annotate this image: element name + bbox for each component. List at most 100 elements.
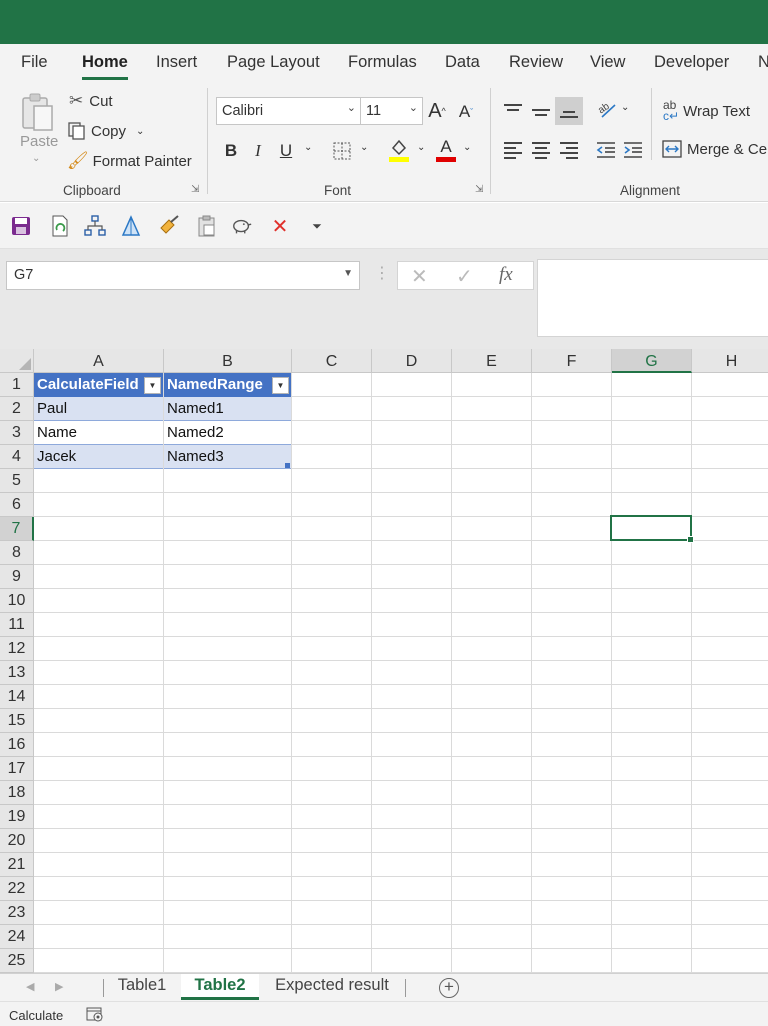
format-painter-button[interactable]: 🖌 Format Painter: [67, 151, 192, 171]
row-header-11[interactable]: 11: [0, 613, 34, 637]
macro-record-icon[interactable]: [86, 1007, 104, 1022]
active-cell[interactable]: [610, 515, 694, 543]
row-header-21[interactable]: 21: [0, 853, 34, 877]
row-header-17[interactable]: 17: [0, 757, 34, 781]
table-cell[interactable]: Paul: [34, 397, 163, 421]
table-cell[interactable]: Named1: [164, 397, 291, 421]
row-header-2[interactable]: 2: [0, 397, 34, 421]
tab-formulas[interactable]: Formulas: [348, 53, 417, 72]
row-header-23[interactable]: 23: [0, 901, 34, 925]
row-header-18[interactable]: 18: [0, 781, 34, 805]
row-header-12[interactable]: 12: [0, 637, 34, 661]
tab-review[interactable]: Review: [509, 53, 563, 72]
worksheet-grid[interactable]: A B C D E F G H 1 2 3 4 5 6 7 8 9 10 11 12 13 14 15 16 17 18 19 20 2…: [0, 349, 768, 973]
orientation-dropdown-icon[interactable]: ⌄: [621, 102, 629, 113]
name-box[interactable]: G7 ▼: [6, 261, 360, 290]
merge-center-button[interactable]: Merge & Ce: [662, 140, 767, 158]
row-header-6[interactable]: 6: [0, 493, 34, 517]
bold-button[interactable]: B: [221, 140, 241, 162]
table-resize-handle[interactable]: [285, 463, 290, 468]
row-header-22[interactable]: 22: [0, 877, 34, 901]
scroll-left-icon[interactable]: ◀: [26, 980, 34, 993]
row-header-20[interactable]: 20: [0, 829, 34, 853]
underline-dropdown-icon[interactable]: ⌄: [304, 142, 312, 153]
paste-button[interactable]: [18, 90, 58, 136]
row-header-3[interactable]: 3: [0, 421, 34, 445]
align-center-button[interactable]: [530, 140, 552, 160]
wrap-text-button[interactable]: ab c↵ Wrap Text: [663, 99, 750, 122]
row-header-19[interactable]: 19: [0, 805, 34, 829]
font-size-select[interactable]: 11 ⌄: [360, 97, 423, 125]
font-color-button[interactable]: A: [435, 137, 457, 163]
filter-dropdown-icon[interactable]: ▼: [272, 377, 289, 394]
cancel-icon[interactable]: ✕: [411, 264, 428, 289]
borders-dropdown-icon[interactable]: ⌄: [360, 142, 368, 153]
triangle-icon[interactable]: [120, 215, 142, 237]
row-header-10[interactable]: 10: [0, 589, 34, 613]
fill-color-button[interactable]: [388, 137, 410, 163]
tab-home[interactable]: Home: [82, 53, 128, 80]
fill-color-dropdown-icon[interactable]: ⌄: [417, 142, 425, 153]
row-header-25[interactable]: 25: [0, 949, 34, 973]
row-header-13[interactable]: 13: [0, 661, 34, 685]
tab-developer[interactable]: Developer: [654, 53, 729, 72]
font-launcher-icon[interactable]: ⇲: [475, 184, 483, 195]
grow-font-button[interactable]: A ^: [426, 98, 448, 124]
row-header-4[interactable]: 4: [0, 445, 34, 469]
bottom-align-button[interactable]: [555, 97, 583, 125]
row-header-14[interactable]: 14: [0, 685, 34, 709]
row-header-9[interactable]: 9: [0, 565, 34, 589]
piggy-bank-icon[interactable]: [231, 215, 253, 237]
orientation-button[interactable]: ab: [595, 97, 619, 121]
column-header-g[interactable]: G: [612, 349, 692, 373]
table-cell[interactable]: Named2: [164, 421, 291, 445]
save-icon[interactable]: [10, 215, 32, 237]
copy-button[interactable]: Copy ⌄: [67, 121, 144, 141]
table-cell[interactable]: Named3: [164, 445, 291, 469]
column-header-e[interactable]: E: [452, 349, 532, 373]
row-header-24[interactable]: 24: [0, 925, 34, 949]
paste-dropdown-icon[interactable]: ⌄: [32, 153, 40, 164]
filter-dropdown-icon[interactable]: ▼: [144, 377, 161, 394]
top-align-button[interactable]: [502, 100, 524, 120]
tab-view[interactable]: View: [590, 53, 625, 72]
format-brush-icon[interactable]: [158, 215, 180, 237]
column-header-b[interactable]: B: [164, 349, 292, 373]
hierarchy-icon[interactable]: [84, 215, 106, 237]
font-family-select[interactable]: Calibri ⌄: [216, 97, 361, 125]
formula-input[interactable]: [537, 259, 768, 337]
customize-dropdown-icon[interactable]: ⏷: [306, 215, 328, 237]
tab-page-layout[interactable]: Page Layout: [227, 53, 320, 72]
increase-indent-button[interactable]: [622, 140, 644, 160]
clipboard-launcher-icon[interactable]: ⇲: [191, 184, 199, 195]
cut-button[interactable]: ✂ Cut: [69, 91, 113, 111]
tab-insert[interactable]: Insert: [156, 53, 197, 72]
row-header-8[interactable]: 8: [0, 541, 34, 565]
scroll-right-icon[interactable]: ▶: [55, 980, 63, 993]
table-cell[interactable]: Name: [34, 421, 163, 445]
sheet-tab-table1[interactable]: Table1: [105, 974, 179, 1000]
sheet-tab-table2[interactable]: Table2: [181, 974, 259, 1000]
grip-handle[interactable]: ⋮: [374, 263, 390, 283]
tab-data[interactable]: Data: [445, 53, 480, 72]
refresh-sheet-icon[interactable]: [49, 215, 71, 237]
align-left-button[interactable]: [502, 140, 524, 160]
tab-overflow[interactable]: N: [758, 53, 768, 72]
row-header-1[interactable]: 1: [0, 373, 34, 397]
table-cell[interactable]: Jacek: [34, 445, 163, 469]
column-header-d[interactable]: D: [372, 349, 452, 373]
underline-button[interactable]: U: [276, 140, 296, 162]
align-right-button[interactable]: [558, 140, 580, 160]
enter-icon[interactable]: ✓: [456, 264, 473, 289]
shrink-font-button[interactable]: Aˇ: [455, 100, 477, 124]
sheet-tab-expected-result[interactable]: Expected result: [261, 974, 403, 1000]
select-all-corner[interactable]: [0, 349, 34, 373]
paste-values-icon[interactable]: [196, 215, 218, 237]
row-header-16[interactable]: 16: [0, 733, 34, 757]
middle-align-button[interactable]: [530, 100, 552, 120]
close-red-icon[interactable]: ✕: [269, 215, 291, 238]
borders-button[interactable]: [331, 139, 353, 163]
row-header-5[interactable]: 5: [0, 469, 34, 493]
column-header-a[interactable]: A: [34, 349, 164, 373]
decrease-indent-button[interactable]: [595, 140, 617, 160]
